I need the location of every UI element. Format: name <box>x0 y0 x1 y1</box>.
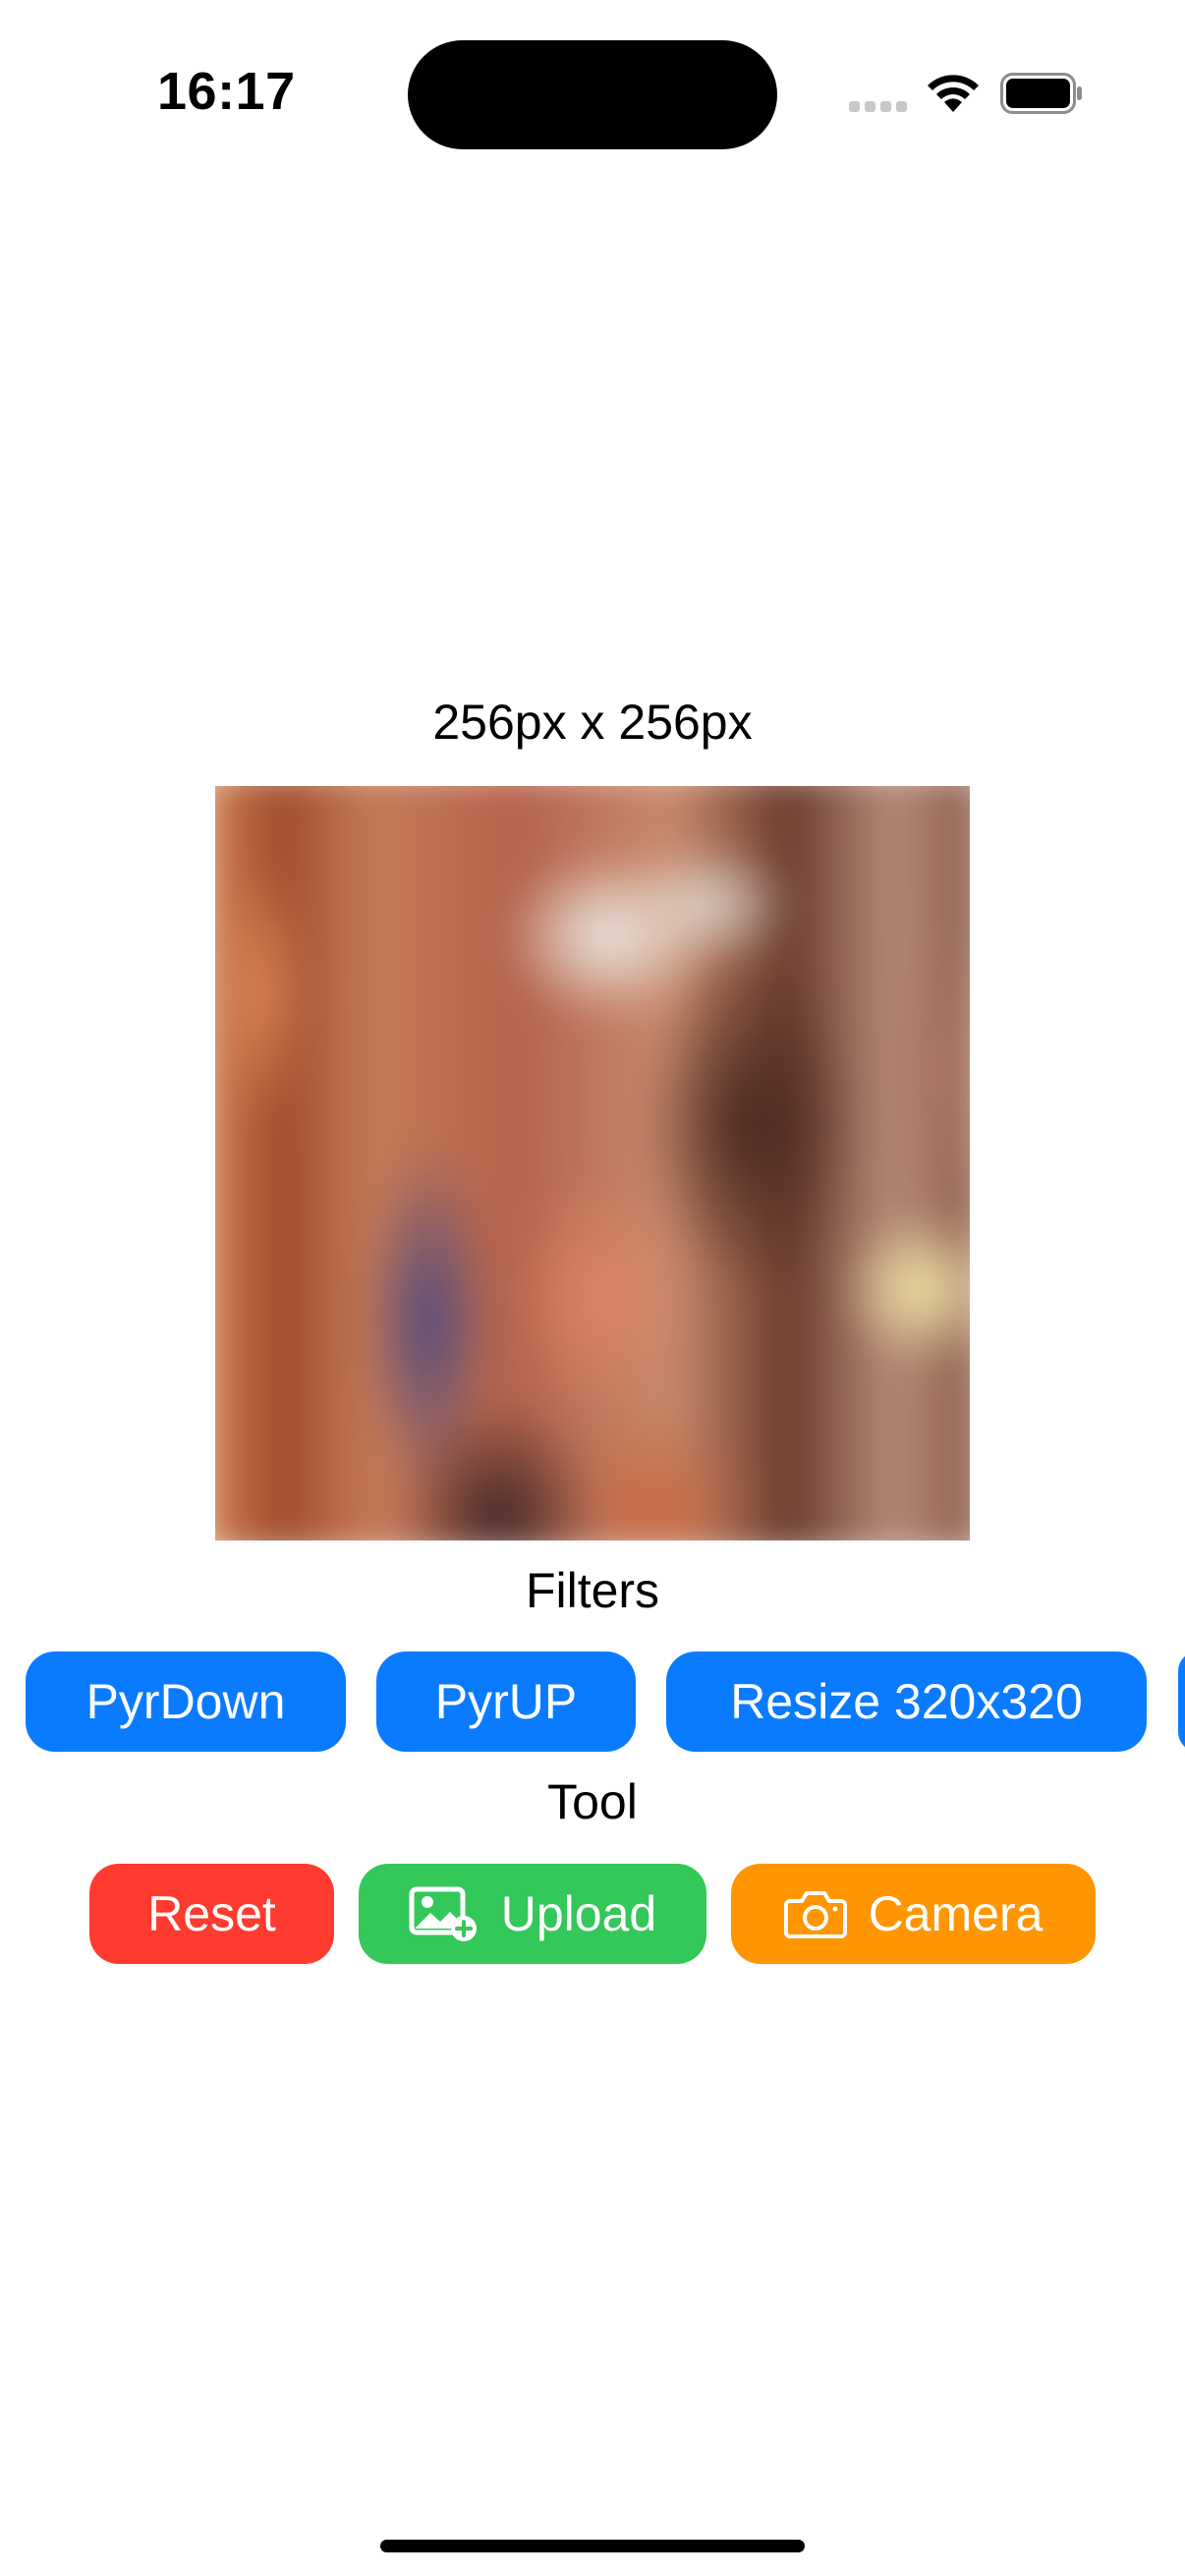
tool-title: Tool <box>547 1774 638 1829</box>
upload-button-label: Upload <box>500 1886 657 1941</box>
cellular-signal-icon <box>849 101 908 113</box>
dynamic-island <box>408 40 777 149</box>
preview-image-content <box>215 786 970 1540</box>
preview-image <box>215 786 970 1540</box>
battery-icon <box>1000 73 1082 114</box>
reset-button-label: Reset <box>147 1886 276 1941</box>
camera-button-label: Camera <box>868 1886 1044 1941</box>
filters-title: Filters <box>525 1563 660 1618</box>
app-screen: 16:17 256px x 256px Filters PyrDown PyrU… <box>0 0 1185 2576</box>
wifi-icon <box>928 75 979 112</box>
camera-icon <box>783 1891 847 1938</box>
resize-button[interactable]: Resize 320x320 <box>666 1652 1147 1752</box>
filter-button-partial[interactable] <box>1178 1652 1185 1752</box>
image-size-label: 256px x 256px <box>432 695 753 750</box>
home-indicator[interactable] <box>380 2540 805 2552</box>
photo-badge-plus-icon <box>409 1886 477 1941</box>
upload-button[interactable]: Upload <box>359 1864 706 1964</box>
pyrup-button[interactable]: PyrUP <box>376 1652 636 1752</box>
pyrdown-button[interactable]: PyrDown <box>26 1652 346 1752</box>
status-time: 16:17 <box>157 62 296 121</box>
camera-button[interactable]: Camera <box>731 1864 1096 1964</box>
reset-button[interactable]: Reset <box>89 1864 334 1964</box>
